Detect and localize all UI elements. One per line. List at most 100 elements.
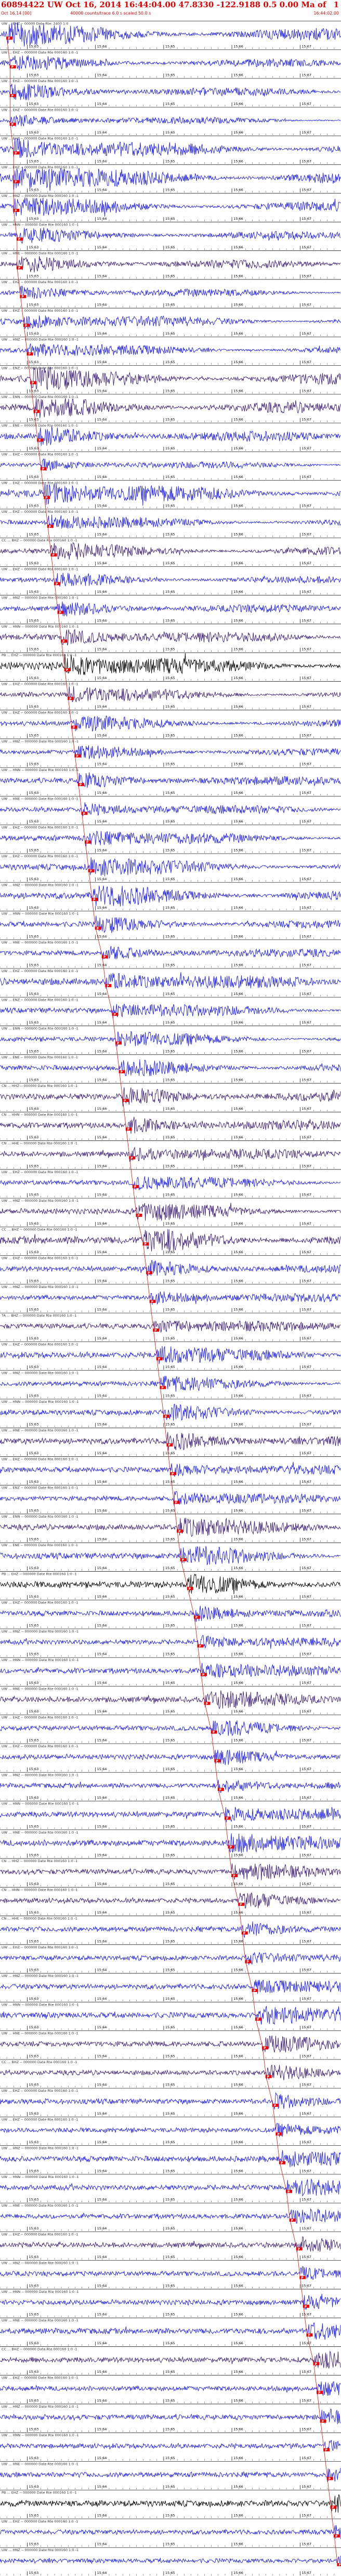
time-tick-label: 15:65 xyxy=(165,1164,175,1168)
time-tick-label: 15:66 xyxy=(233,303,243,307)
waveform-trace xyxy=(0,1346,341,1364)
trace-row: UW ... HNN -- 000000 Date Rte 000160 1:0… xyxy=(0,623,341,652)
time-tick-label: 15:64 xyxy=(97,1595,107,1599)
waveform-trace xyxy=(0,1320,341,1333)
time-tick-label: 15:67 xyxy=(301,1336,311,1340)
time-tick-label: 15:67 xyxy=(301,1566,311,1570)
time-tick-label: 15:66 xyxy=(233,1997,243,2001)
pick-marker-label: P xyxy=(195,1616,198,1619)
time-tick-label: 15:63 xyxy=(29,848,38,852)
trace-row: UW ... EHZ -- 000000 Date Rte 000160 1:0… xyxy=(0,279,341,308)
time-tick-label: 15:64 xyxy=(97,274,107,278)
waveform-trace xyxy=(0,772,341,788)
waveform-trace xyxy=(0,2123,341,2137)
time-tick-label: 15:64 xyxy=(97,1853,107,1857)
channel-label: UW ... HNZ -- 000000 Date Rte 000160 1:0… xyxy=(2,1629,78,1634)
time-tick-label: 15:63 xyxy=(29,647,38,652)
time-tick-label: 15:64 xyxy=(97,1049,107,1053)
time-tick-label: 15:64 xyxy=(97,475,107,479)
time-tick-label: 15:64 xyxy=(97,1480,107,1484)
pick-marker-label: P xyxy=(8,37,10,41)
time-tick-label: 15:64 xyxy=(97,1623,107,1627)
trace-row: UW ... ENZ -- 000000 Date Rte 000160 1:0… xyxy=(0,1485,341,1513)
time-tick-label: 15:65 xyxy=(165,2025,175,2029)
time-tick-label: 15:66 xyxy=(233,418,243,422)
time-tick-label: 15:64 xyxy=(97,2025,107,2029)
time-tick-label: 15:64 xyxy=(97,992,107,996)
pick-marker-label: P xyxy=(148,1271,150,1275)
time-tick-label: 15:65 xyxy=(165,1882,175,1886)
time-tick-label: 15:64 xyxy=(97,303,107,307)
time-tick-label: 15:66 xyxy=(233,1508,243,1512)
trace-row: UW ... HNZ -- 000000 Date Rte 000160 1:0… xyxy=(0,1628,341,1657)
time-tick-label: 15:66 xyxy=(233,1078,243,1082)
pick-marker-label: P xyxy=(175,1501,178,1505)
channel-label: UW ... HNN -- 000000 Date Rte 000160 1:0… xyxy=(2,768,78,772)
time-tick-label: 15:65 xyxy=(165,590,175,594)
time-tick-label: 15:66 xyxy=(233,618,243,622)
pick-marker-label: P xyxy=(80,784,82,787)
waveform-trace xyxy=(0,1952,341,1966)
start-date-label: Oct 16,14 [00] xyxy=(1,11,32,16)
time-tick-label: 15:67 xyxy=(301,819,311,824)
trace-row: UW ... EHZ -- 000000 Date Rte 000160 1:0… xyxy=(0,968,341,997)
time-tick-label: 15:64 xyxy=(97,848,107,852)
channel-label: UW ... ENN -- 000000 Date Rte 000160 1:0… xyxy=(2,1515,78,1519)
waveform-trace xyxy=(0,1980,341,1994)
time-tick-label: 15:65 xyxy=(165,1652,175,1656)
channel-label: PB ... EHZ -- 000000 Date Rte 000160 1:0… xyxy=(2,653,76,657)
pick-marker-label: P xyxy=(182,1559,185,1562)
pick-marker-label: P xyxy=(172,1472,174,1476)
time-tick-label: 15:64 xyxy=(97,159,107,163)
waveform-trace xyxy=(0,686,341,702)
time-tick-label: 15:66 xyxy=(233,561,243,565)
pick-marker-label: P xyxy=(161,1386,164,1390)
waveform-trace xyxy=(0,1720,341,1736)
time-tick-label: 15:67 xyxy=(301,331,311,336)
time-tick-label: 15:65 xyxy=(165,676,175,680)
pick-marker-label: P xyxy=(62,640,65,643)
time-tick-label: 15:67 xyxy=(301,2083,311,2087)
time-tick-label: 15:63 xyxy=(29,446,38,450)
time-tick-label: 15:67 xyxy=(301,1709,311,1714)
time-tick-label: 15:63 xyxy=(29,274,38,278)
pick-marker-label: P xyxy=(113,1013,116,1017)
waveform-trace xyxy=(0,2035,341,2053)
channel-label: UW ... HNZ -- 000000 Date Rte 000160 1:0… xyxy=(2,596,78,600)
time-tick-label: 15:66 xyxy=(233,1107,243,1111)
pick-marker-label: P xyxy=(66,669,69,672)
trace-row: UW ... HNZ -- 000000 Date Rte 000160 1:0… xyxy=(0,336,341,365)
trace-row: UW ... HNE -- 000000 Date Rte 000160 1:0… xyxy=(0,939,341,968)
waveform-trace xyxy=(0,1863,341,1880)
time-tick-label: 15:66 xyxy=(233,1910,243,1915)
trace-row: UW ... EHZ -- 000000 Date Rte 000160 1:0… xyxy=(0,566,341,595)
time-tick-label: 15:66 xyxy=(233,733,243,737)
channel-label: UW ... HNE -- 000000 Date Rte 000160 1:0… xyxy=(2,251,78,256)
channel-label: UW ... EHZ -- 000000 Date Rte 000160 1:0… xyxy=(2,280,78,284)
channel-label: UW ... EHZ -- 000000 Date Rte 000160 1:0… xyxy=(2,2089,78,2093)
time-tick-label: 15:64 xyxy=(97,1221,107,1226)
channel-label: CN ... HHN -- 000000 Date Rte 000160 1:0… xyxy=(2,1112,78,1117)
channel-label: UW ... EHZ -- 000000 Date Rte 000160 1:0… xyxy=(2,1457,78,1461)
time-tick-label: 15:63 xyxy=(29,331,38,336)
trace-row: UW ... EHZ -- 000000 Date Rte 000160 1:0… xyxy=(0,451,341,480)
time-tick-label: 15:64 xyxy=(97,1423,107,1427)
time-tick-label: 15:66 xyxy=(233,217,243,221)
trace-row: CC ... BHZ -- 000000 Date Rte 000160 1:0… xyxy=(0,1226,341,1255)
time-tick-label: 15:66 xyxy=(233,1221,243,1226)
channel-label: UW ... EHZ -- 000000 Date Rte 000160 1:0… xyxy=(2,826,78,830)
trace-row: UW ... EHZ -- 000000 Date Rte 000160 1:0… xyxy=(0,681,341,710)
trace-row: UW ... EHZ -- 000000 Date Rte 000160 1:0… xyxy=(0,710,341,738)
waveform-trace xyxy=(0,84,341,100)
trace-row: UW ... HNZ -- 000000 Date Rte 000160 1:0… xyxy=(0,2145,341,2174)
time-tick-label: 15:63 xyxy=(29,1882,38,1886)
pick-marker-label: P xyxy=(219,1788,222,1792)
time-tick-label: 15:66 xyxy=(233,647,243,652)
time-tick-label: 15:66 xyxy=(233,1566,243,1570)
pick-marker-label: P xyxy=(86,841,89,844)
pick-marker-label: P xyxy=(21,295,24,299)
time-tick-label: 15:63 xyxy=(29,819,38,824)
time-tick-label: 15:67 xyxy=(301,533,311,537)
pick-marker-label: P xyxy=(230,1845,232,1849)
time-tick-label: 15:65 xyxy=(165,647,175,652)
